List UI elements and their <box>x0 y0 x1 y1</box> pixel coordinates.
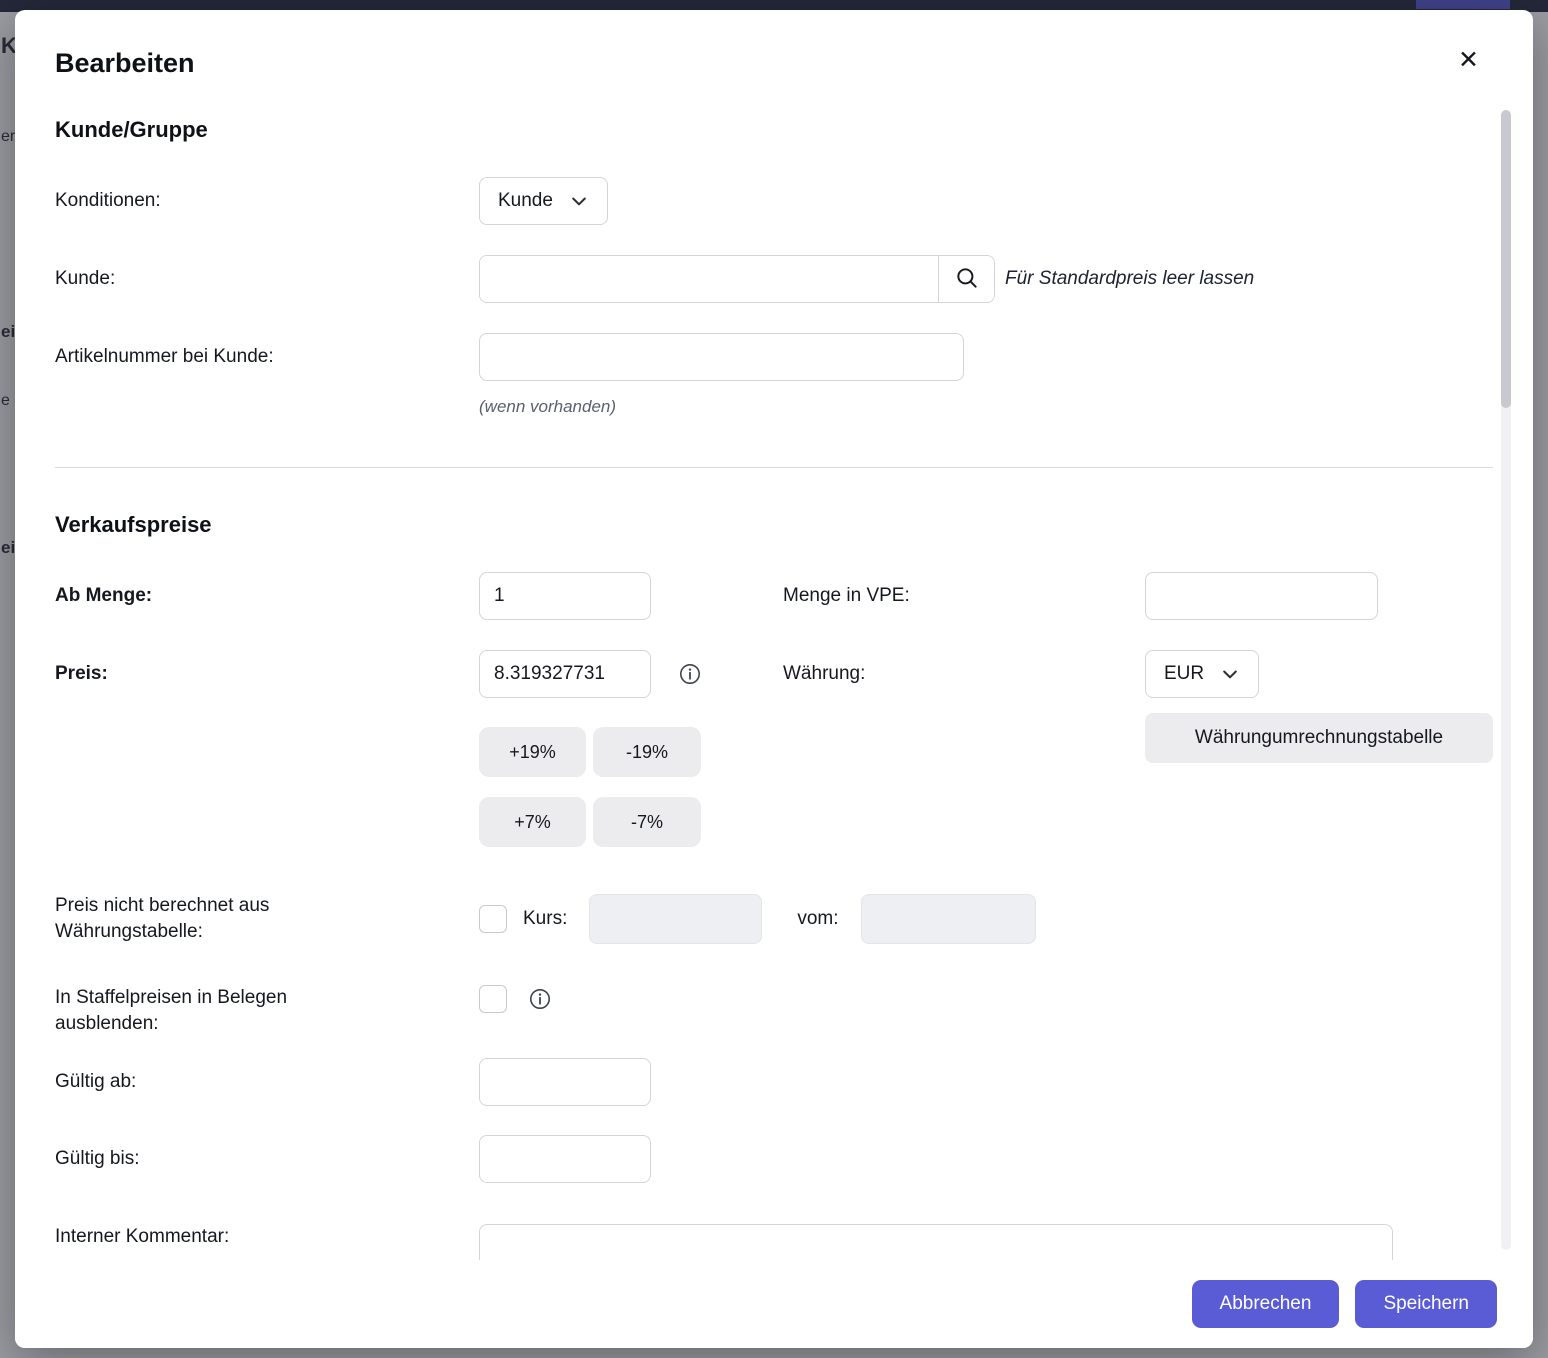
close-icon[interactable]: ✕ <box>1458 48 1479 73</box>
waehrung-select[interactable]: EUR <box>1145 650 1259 698</box>
kurs-row: Preis nicht berechnet aus Währungstabell… <box>55 893 1493 945</box>
staffel-checkbox[interactable] <box>479 985 507 1013</box>
no-calc-checkbox[interactable] <box>479 905 507 933</box>
preis-info-icon[interactable] <box>678 662 702 686</box>
minus19-button[interactable]: -19% <box>593 727 701 777</box>
artikelnummer-label: Artikelnummer bei Kunde: <box>55 344 479 370</box>
staffel-row: In Staffelpreisen in Belegen ausblenden: <box>55 985 1493 1037</box>
waehrung-select-value: EUR <box>1164 663 1204 685</box>
kommentar-row: Interner Kommentar: <box>55 1224 1493 1260</box>
kunde-row: Kunde: Für Standardpreis leer lassen <box>55 255 1493 303</box>
edit-dialog: Bearbeiten ✕ Kunde/Gruppe Konditionen: K… <box>15 10 1533 1348</box>
gueltig-ab-input[interactable] <box>479 1058 651 1106</box>
kunde-hint: Für Standardpreis leer lassen <box>1005 268 1254 290</box>
kurs-input <box>589 894 762 944</box>
kurs-label: Kurs: <box>523 908 567 930</box>
gueltig-ab-label: Gültig ab: <box>55 1069 479 1095</box>
dialog-footer: Abbrechen Speichern <box>15 1260 1533 1348</box>
modal-scrollbar-thumb[interactable] <box>1501 110 1511 408</box>
kunde-search-button[interactable] <box>938 256 994 302</box>
cancel-button[interactable]: Abbrechen <box>1192 1280 1340 1328</box>
chevron-down-icon <box>569 191 589 211</box>
waehrung-cell: Währung: EUR Währungumrechnungstabelle <box>783 650 1493 763</box>
ab-menge-input[interactable] <box>479 572 651 620</box>
waehrung-label: Währung: <box>783 650 1145 698</box>
ab-menge-label: Ab Menge: <box>55 583 479 609</box>
dialog-header: Bearbeiten ✕ <box>15 10 1533 80</box>
ab-menge-row: Ab Menge: Menge in VPE: <box>55 572 1493 620</box>
staffel-info-icon[interactable] <box>528 987 552 1011</box>
staffel-label: In Staffelpreisen in Belegen ausblenden: <box>55 985 479 1037</box>
konditionen-select[interactable]: Kunde <box>479 177 608 225</box>
artikelnummer-input[interactable] <box>479 333 964 381</box>
vom-label: vom: <box>797 908 838 930</box>
no-calc-label: Preis nicht berechnet aus Währungstabell… <box>55 893 479 945</box>
preis-label: Preis: <box>55 650 479 698</box>
modal-scrollbar[interactable] <box>1501 110 1511 1250</box>
dialog-title: Bearbeiten <box>55 46 195 80</box>
preis-input[interactable] <box>479 650 651 698</box>
menge-vpe-input[interactable] <box>1145 572 1378 620</box>
gueltig-bis-row: Gültig bis: <box>55 1135 1493 1183</box>
gueltig-bis-label: Gültig bis: <box>55 1146 479 1172</box>
dialog-body: Kunde/Gruppe Konditionen: Kunde Kunde: <box>15 80 1533 1260</box>
percent-buttons: +19% -19% +7% -7% <box>479 727 783 847</box>
preis-field-column: +19% -19% +7% -7% <box>479 650 783 847</box>
preis-row: Preis: +19% -19% +7% -7% Währung: <box>55 650 1493 847</box>
konditionen-select-value: Kunde <box>498 190 553 212</box>
kunde-search-group <box>479 255 995 303</box>
kommentar-textarea[interactable] <box>479 1224 1393 1260</box>
plus7-button[interactable]: +7% <box>479 797 586 847</box>
kunde-label: Kunde: <box>55 266 479 292</box>
konditionen-label: Konditionen: <box>55 188 479 214</box>
section-divider <box>55 467 1493 468</box>
kunde-input[interactable] <box>480 256 938 302</box>
menge-vpe-label: Menge in VPE: <box>783 585 1145 607</box>
section-heading-kunde-gruppe: Kunde/Gruppe <box>55 116 1493 144</box>
search-icon <box>954 265 980 294</box>
konditionen-row: Konditionen: Kunde <box>55 177 1493 225</box>
chevron-down-icon <box>1220 664 1240 684</box>
currency-table-button[interactable]: Währungumrechnungstabelle <box>1145 713 1493 763</box>
gueltig-bis-input[interactable] <box>479 1135 651 1183</box>
artikelnummer-hint: (wenn vorhanden) <box>479 397 1493 417</box>
minus7-button[interactable]: -7% <box>593 797 701 847</box>
plus19-button[interactable]: +19% <box>479 727 586 777</box>
gueltig-ab-row: Gültig ab: <box>55 1058 1493 1106</box>
kommentar-label: Interner Kommentar: <box>55 1224 479 1250</box>
vom-input <box>861 894 1036 944</box>
save-button[interactable]: Speichern <box>1355 1280 1497 1328</box>
ab-menge-field-cell <box>479 572 783 620</box>
kurs-fields: Kurs: vom: <box>479 894 1036 944</box>
section-heading-verkaufspreise: Verkaufspreise <box>55 511 1493 539</box>
artikelnummer-row: Artikelnummer bei Kunde: <box>55 333 1493 381</box>
